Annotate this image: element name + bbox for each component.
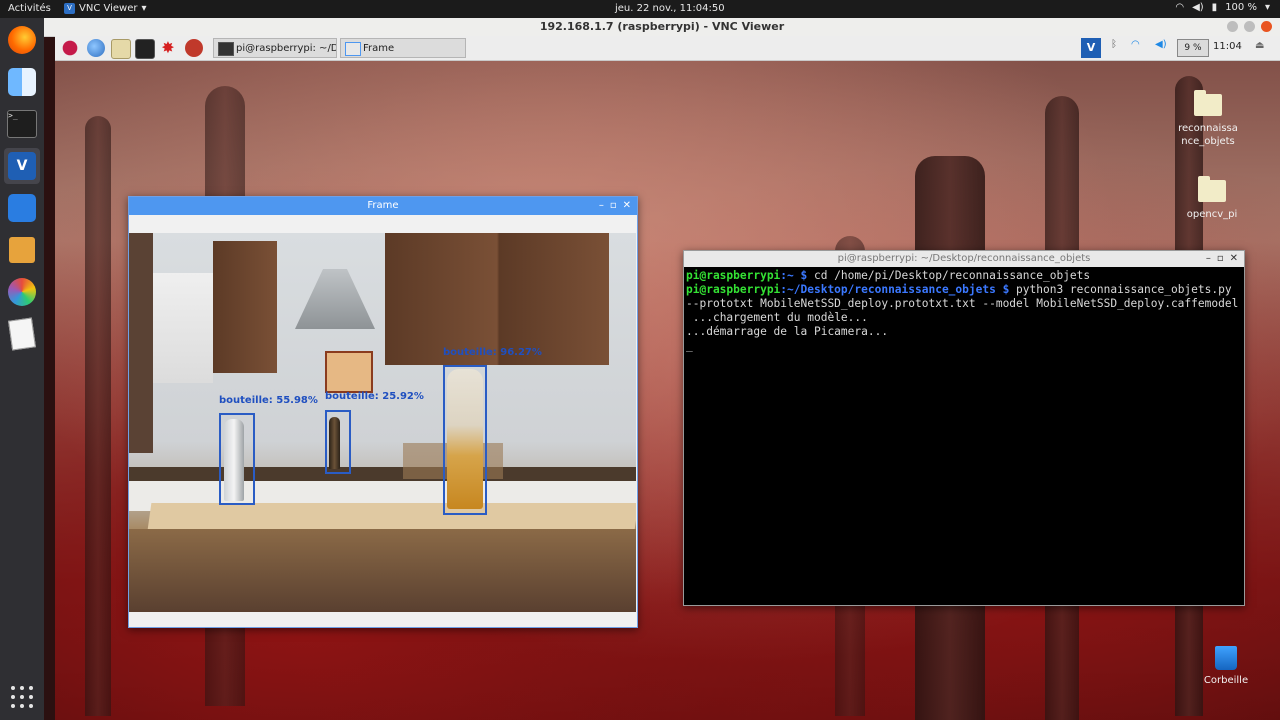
window-icon (345, 42, 361, 56)
terminal-icon[interactable]: >_ (4, 106, 40, 142)
terminal-title: pi@raspberrypi: ~/Desktop/reconnaissance… (837, 253, 1091, 264)
detection-label: bouteille: 25.92% (325, 391, 424, 402)
vnc-viewer-icon[interactable]: V (4, 148, 40, 184)
volume-icon: ◀) (1192, 2, 1204, 13)
maximize-button[interactable]: ▫ (1217, 251, 1224, 267)
close-button[interactable]: ✕ (623, 197, 631, 215)
terminal-icon (218, 42, 234, 56)
frame-window[interactable]: Frame – ▫ ✕ bouteille: 55.98% bouteille:… (128, 196, 638, 628)
web-browser-icon[interactable] (87, 39, 105, 57)
vnc-window-title: 192.168.1.7 (raspberrypi) - VNC Viewer (539, 20, 785, 33)
detection-label: bouteille: 55.98% (219, 395, 318, 406)
app-menu[interactable]: V VNC Viewer ▾ (64, 3, 147, 14)
ubuntu-top-bar: Activités V VNC Viewer ▾ jeu. 22 nov., 1… (0, 0, 1280, 18)
prompt-user: pi@raspberrypi (686, 283, 781, 296)
text-editor-icon[interactable] (4, 316, 40, 352)
photos-icon[interactable] (4, 274, 40, 310)
minimize-button[interactable] (1227, 21, 1238, 32)
taskbar-item-label: pi@raspberrypi: ~/De... (236, 43, 337, 54)
taskbar-item-terminal[interactable]: pi@raspberrypi: ~/De... (213, 38, 337, 58)
output-line: ...chargement du modèle... (686, 311, 868, 324)
terminal-launcher-icon[interactable] (135, 39, 155, 59)
output-line: ...démarrage de la Picamera... (686, 325, 889, 338)
trash-icon (1215, 646, 1237, 670)
raspberry-menu-icon[interactable] (61, 39, 79, 57)
detection-box (219, 413, 255, 505)
battery-percent: 100 % (1225, 2, 1257, 13)
chevron-down-icon: ▾ (1264, 2, 1270, 13)
taskbar-clock[interactable]: 11:04 (1213, 41, 1242, 52)
detection-box (443, 365, 487, 515)
prompt-path: :~/Desktop/reconnaissance_objets $ (780, 283, 1010, 296)
finder-icon[interactable] (4, 64, 40, 100)
taskbar-item-frame[interactable]: Frame (340, 38, 466, 58)
minimize-button[interactable]: – (599, 197, 604, 215)
frame-window-titlebar[interactable]: Frame – ▫ ✕ (129, 197, 637, 215)
command-text: cd /home/pi/Desktop/reconnaissance_objet… (807, 269, 1091, 282)
prompt-path: :~ $ (780, 269, 808, 282)
file-manager-icon[interactable] (111, 39, 131, 59)
terminal-line: pi@raspberrypi:~ $ cd /home/pi/Desktop/r… (686, 269, 1242, 283)
eject-icon[interactable]: ⏏ (1255, 40, 1264, 51)
minimize-button[interactable]: – (1206, 251, 1211, 267)
folder-icon (1198, 176, 1226, 202)
terminal-cursor: _ (686, 339, 693, 352)
math-kernel-icon[interactable]: ✸ (159, 39, 177, 57)
prompt-user: pi@raspberrypi (686, 269, 781, 282)
activities-button[interactable]: Activités (8, 3, 51, 14)
taskbar-item-label: Frame (363, 43, 395, 54)
maximize-button[interactable]: ▫ (610, 197, 617, 215)
system-tray[interactable]: ◠ ◀) ▮ 100 % ▾ (1175, 2, 1270, 13)
vnc-app-icon: V (64, 3, 75, 14)
terminal-window[interactable]: pi@raspberrypi: ~/Desktop/reconnaissance… (683, 250, 1245, 606)
package-installer-icon[interactable] (4, 232, 40, 268)
close-button[interactable] (1261, 21, 1272, 32)
terminal-output[interactable]: pi@raspberrypi:~ $ cd /home/pi/Desktop/r… (684, 267, 1244, 355)
detection-box (325, 410, 351, 474)
volume-icon[interactable]: ◀) (1155, 39, 1167, 50)
camera-feed: bouteille: 55.98% bouteille: 25.92% bout… (129, 233, 636, 612)
bluetooth-icon[interactable]: ᛒ (1111, 39, 1117, 50)
folder-icon (1194, 90, 1222, 116)
desktop-icon-reconnaissance-objets[interactable]: reconnaissance_objets (1178, 90, 1238, 148)
show-applications-icon[interactable] (11, 686, 33, 708)
cpu-monitor[interactable]: 9 % (1177, 39, 1209, 57)
raspberry-pi-taskbar: ✸ pi@raspberrypi: ~/De... Frame V ᛒ ◠ ◀)… (55, 36, 1280, 61)
close-button[interactable]: ✕ (1230, 251, 1238, 267)
ubuntu-launcher: >_ V (0, 18, 44, 720)
desktop-icon-label: reconnaissance_objets (1178, 123, 1238, 147)
clock[interactable]: jeu. 22 nov., 11:04:50 (615, 3, 725, 14)
mail-icon[interactable] (4, 190, 40, 226)
app-menu-label: VNC Viewer (79, 3, 138, 14)
maximize-button[interactable] (1244, 21, 1255, 32)
desktop-icon-trash[interactable]: Corbeille (1196, 646, 1256, 687)
vnc-server-icon[interactable]: V (1081, 38, 1101, 58)
terminal-titlebar[interactable]: pi@raspberrypi: ~/Desktop/reconnaissance… (684, 251, 1244, 267)
battery-icon: ▮ (1211, 2, 1218, 13)
chevron-down-icon: ▾ (141, 3, 147, 14)
terminal-line: pi@raspberrypi:~/Desktop/reconnaissance_… (686, 283, 1242, 311)
desktop-icon-label: opencv_pi (1186, 209, 1238, 220)
wolfram-icon[interactable] (185, 39, 203, 57)
detection-label: bouteille: 96.27% (443, 347, 542, 358)
desktop-icon-opencv-pi[interactable]: opencv_pi (1182, 176, 1242, 221)
frame-window-title: Frame (367, 200, 399, 211)
firefox-icon[interactable] (4, 22, 40, 58)
vnc-window-titlebar[interactable]: 192.168.1.7 (raspberrypi) - VNC Viewer (44, 18, 1280, 37)
wifi-icon: ◠ (1175, 2, 1185, 13)
desktop-icon-label: Corbeille (1203, 675, 1249, 686)
wifi-icon[interactable]: ◠ (1131, 39, 1140, 50)
